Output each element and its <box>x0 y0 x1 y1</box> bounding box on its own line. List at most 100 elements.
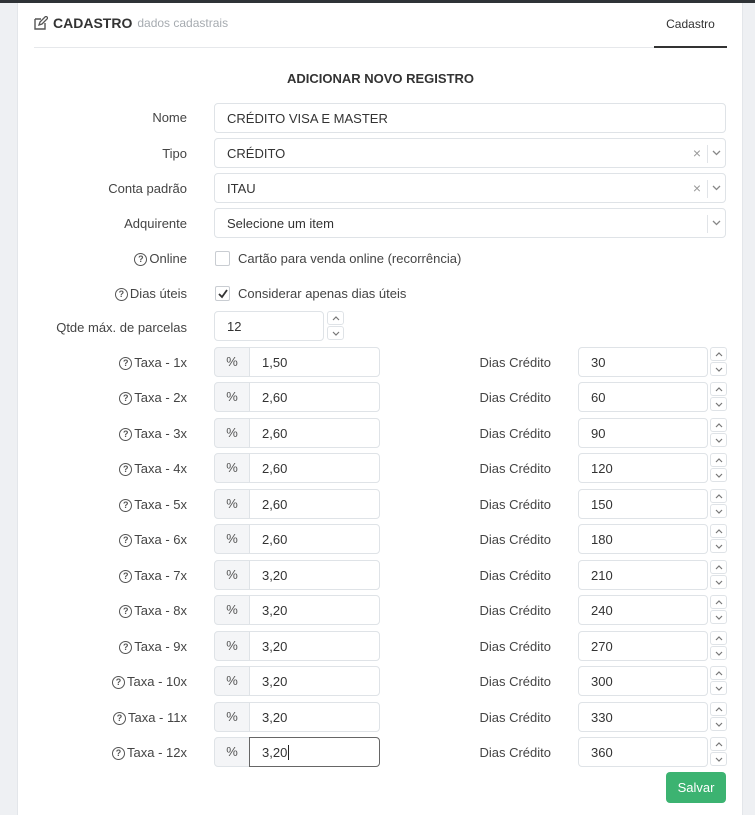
stepper-up-icon[interactable] <box>327 311 344 325</box>
stepper-up-icon[interactable] <box>710 631 727 645</box>
stepper-up-icon[interactable] <box>710 737 727 751</box>
help-icon[interactable]: ? <box>119 392 133 405</box>
help-icon[interactable]: ? <box>112 676 126 689</box>
taxa-input[interactable]: 3,20 <box>249 595 380 625</box>
conta-clear-icon[interactable]: × <box>693 174 701 203</box>
dias-credito-input[interactable]: 30 <box>578 347 708 377</box>
taxa-input[interactable]: 2,60 <box>249 382 380 412</box>
taxa-input[interactable]: 2,60 <box>249 524 380 554</box>
stepper-up-icon[interactable] <box>710 382 727 396</box>
dias-credito-stepper[interactable] <box>710 418 727 448</box>
dias-credito-input[interactable]: 240 <box>578 595 708 625</box>
percent-addon: % <box>214 595 250 625</box>
stepper-down-icon[interactable] <box>710 681 727 695</box>
dias-credito-stepper[interactable] <box>710 382 727 412</box>
taxa-input[interactable]: 3,20 <box>249 560 380 590</box>
dias-credito-input[interactable]: 180 <box>578 524 708 554</box>
stepper-down-icon[interactable] <box>710 468 727 482</box>
dias-credito-stepper[interactable] <box>710 595 727 625</box>
online-checkbox-label[interactable]: Cartão para venda online (recorrência) <box>238 251 461 266</box>
stepper-up-icon[interactable] <box>710 453 727 467</box>
help-icon[interactable]: ? <box>112 712 126 725</box>
dias-credito-input[interactable]: 300 <box>578 666 708 696</box>
dias-credito-input[interactable]: 270 <box>578 631 708 661</box>
stepper-down-icon[interactable] <box>710 575 727 589</box>
dias-credito-stepper[interactable] <box>710 347 727 377</box>
taxa-input[interactable]: 3,20 <box>249 702 380 732</box>
stepper-down-icon[interactable] <box>710 362 727 376</box>
stepper-down-icon[interactable] <box>710 646 727 660</box>
online-checkbox[interactable] <box>215 251 230 266</box>
dias-credito-label: Dias Crédito <box>479 390 551 405</box>
help-icon[interactable]: ? <box>119 570 133 583</box>
conta-chevron-down-icon[interactable] <box>707 180 725 198</box>
stepper-up-icon[interactable] <box>710 666 727 680</box>
dias-credito-stepper[interactable] <box>710 702 727 732</box>
stepper-up-icon[interactable] <box>710 418 727 432</box>
taxa-input[interactable]: 3,20 <box>249 666 380 696</box>
taxa-input[interactable]: 3,20 <box>249 737 380 767</box>
dias-credito-value: 360 <box>591 745 613 760</box>
conta-select[interactable]: ITAU × <box>214 173 726 203</box>
dias-credito-input[interactable]: 330 <box>578 702 708 732</box>
help-icon[interactable]: ? <box>119 463 133 476</box>
stepper-down-icon[interactable] <box>327 326 344 340</box>
dias-credito-stepper[interactable] <box>710 453 727 483</box>
taxa-input[interactable]: 2,60 <box>249 453 380 483</box>
tipo-select[interactable]: CRÉDITO × <box>214 138 726 168</box>
dias-credito-stepper[interactable] <box>710 631 727 661</box>
stepper-down-icon[interactable] <box>710 752 727 766</box>
dias-credito-input[interactable]: 360 <box>578 737 708 767</box>
help-icon[interactable]: ? <box>119 428 133 441</box>
stepper-up-icon[interactable] <box>710 595 727 609</box>
dias-credito-stepper[interactable] <box>710 489 727 519</box>
taxa-input[interactable]: 2,60 <box>249 418 380 448</box>
nome-input[interactable]: CRÉDITO VISA E MASTER <box>214 103 726 133</box>
taxa-label: Taxa - 3x <box>134 426 187 441</box>
dias-credito-stepper[interactable] <box>710 666 727 696</box>
taxa-value: 3,20 <box>262 745 290 760</box>
stepper-up-icon[interactable] <box>710 489 727 503</box>
stepper-up-icon[interactable] <box>710 702 727 716</box>
parcelas-input[interactable]: 12 <box>214 311 324 341</box>
save-button[interactable]: Salvar <box>666 772 726 803</box>
help-icon[interactable]: ? <box>112 747 126 760</box>
stepper-up-icon[interactable] <box>710 524 727 538</box>
adquirente-select[interactable]: Selecione um item <box>214 208 726 238</box>
percent-addon: % <box>214 418 250 448</box>
help-icon[interactable]: ? <box>119 605 133 618</box>
dias-credito-input[interactable]: 90 <box>578 418 708 448</box>
dias-credito-input[interactable]: 60 <box>578 382 708 412</box>
dias-credito-input[interactable]: 120 <box>578 453 708 483</box>
stepper-down-icon[interactable] <box>710 504 727 518</box>
dias-credito-input[interactable]: 210 <box>578 560 708 590</box>
stepper-down-icon[interactable] <box>710 610 727 624</box>
tipo-chevron-down-icon[interactable] <box>707 145 725 163</box>
help-icon[interactable]: ? <box>119 641 133 654</box>
taxa-input[interactable]: 2,60 <box>249 489 380 519</box>
help-icon[interactable]: ? <box>119 534 133 547</box>
stepper-down-icon[interactable] <box>710 717 727 731</box>
stepper-down-icon[interactable] <box>710 397 727 411</box>
tab-cadastro[interactable]: Cadastro <box>654 3 727 48</box>
help-icon[interactable]: ? <box>134 253 148 266</box>
taxa-input[interactable]: 1,50 <box>249 347 380 377</box>
taxa-input[interactable]: 3,20 <box>249 631 380 661</box>
dias-credito-stepper[interactable] <box>710 524 727 554</box>
help-icon[interactable]: ? <box>119 357 133 370</box>
stepper-up-icon[interactable] <box>710 560 727 574</box>
tipo-clear-icon[interactable]: × <box>693 139 701 168</box>
dias-uteis-checkbox-label[interactable]: Considerar apenas dias úteis <box>238 286 406 301</box>
dias-credito-stepper[interactable] <box>710 560 727 590</box>
dias-credito-input[interactable]: 150 <box>578 489 708 519</box>
dias-credito-stepper[interactable] <box>710 737 727 767</box>
taxa-label-row: ? Taxa - 3x <box>60 426 187 441</box>
stepper-down-icon[interactable] <box>710 433 727 447</box>
help-icon[interactable]: ? <box>114 288 128 301</box>
help-icon[interactable]: ? <box>119 499 133 512</box>
adquirente-chevron-down-icon[interactable] <box>707 215 725 233</box>
dias-uteis-checkbox[interactable] <box>215 286 230 301</box>
stepper-down-icon[interactable] <box>710 539 727 553</box>
parcelas-stepper[interactable] <box>327 311 344 341</box>
stepper-up-icon[interactable] <box>710 347 727 361</box>
